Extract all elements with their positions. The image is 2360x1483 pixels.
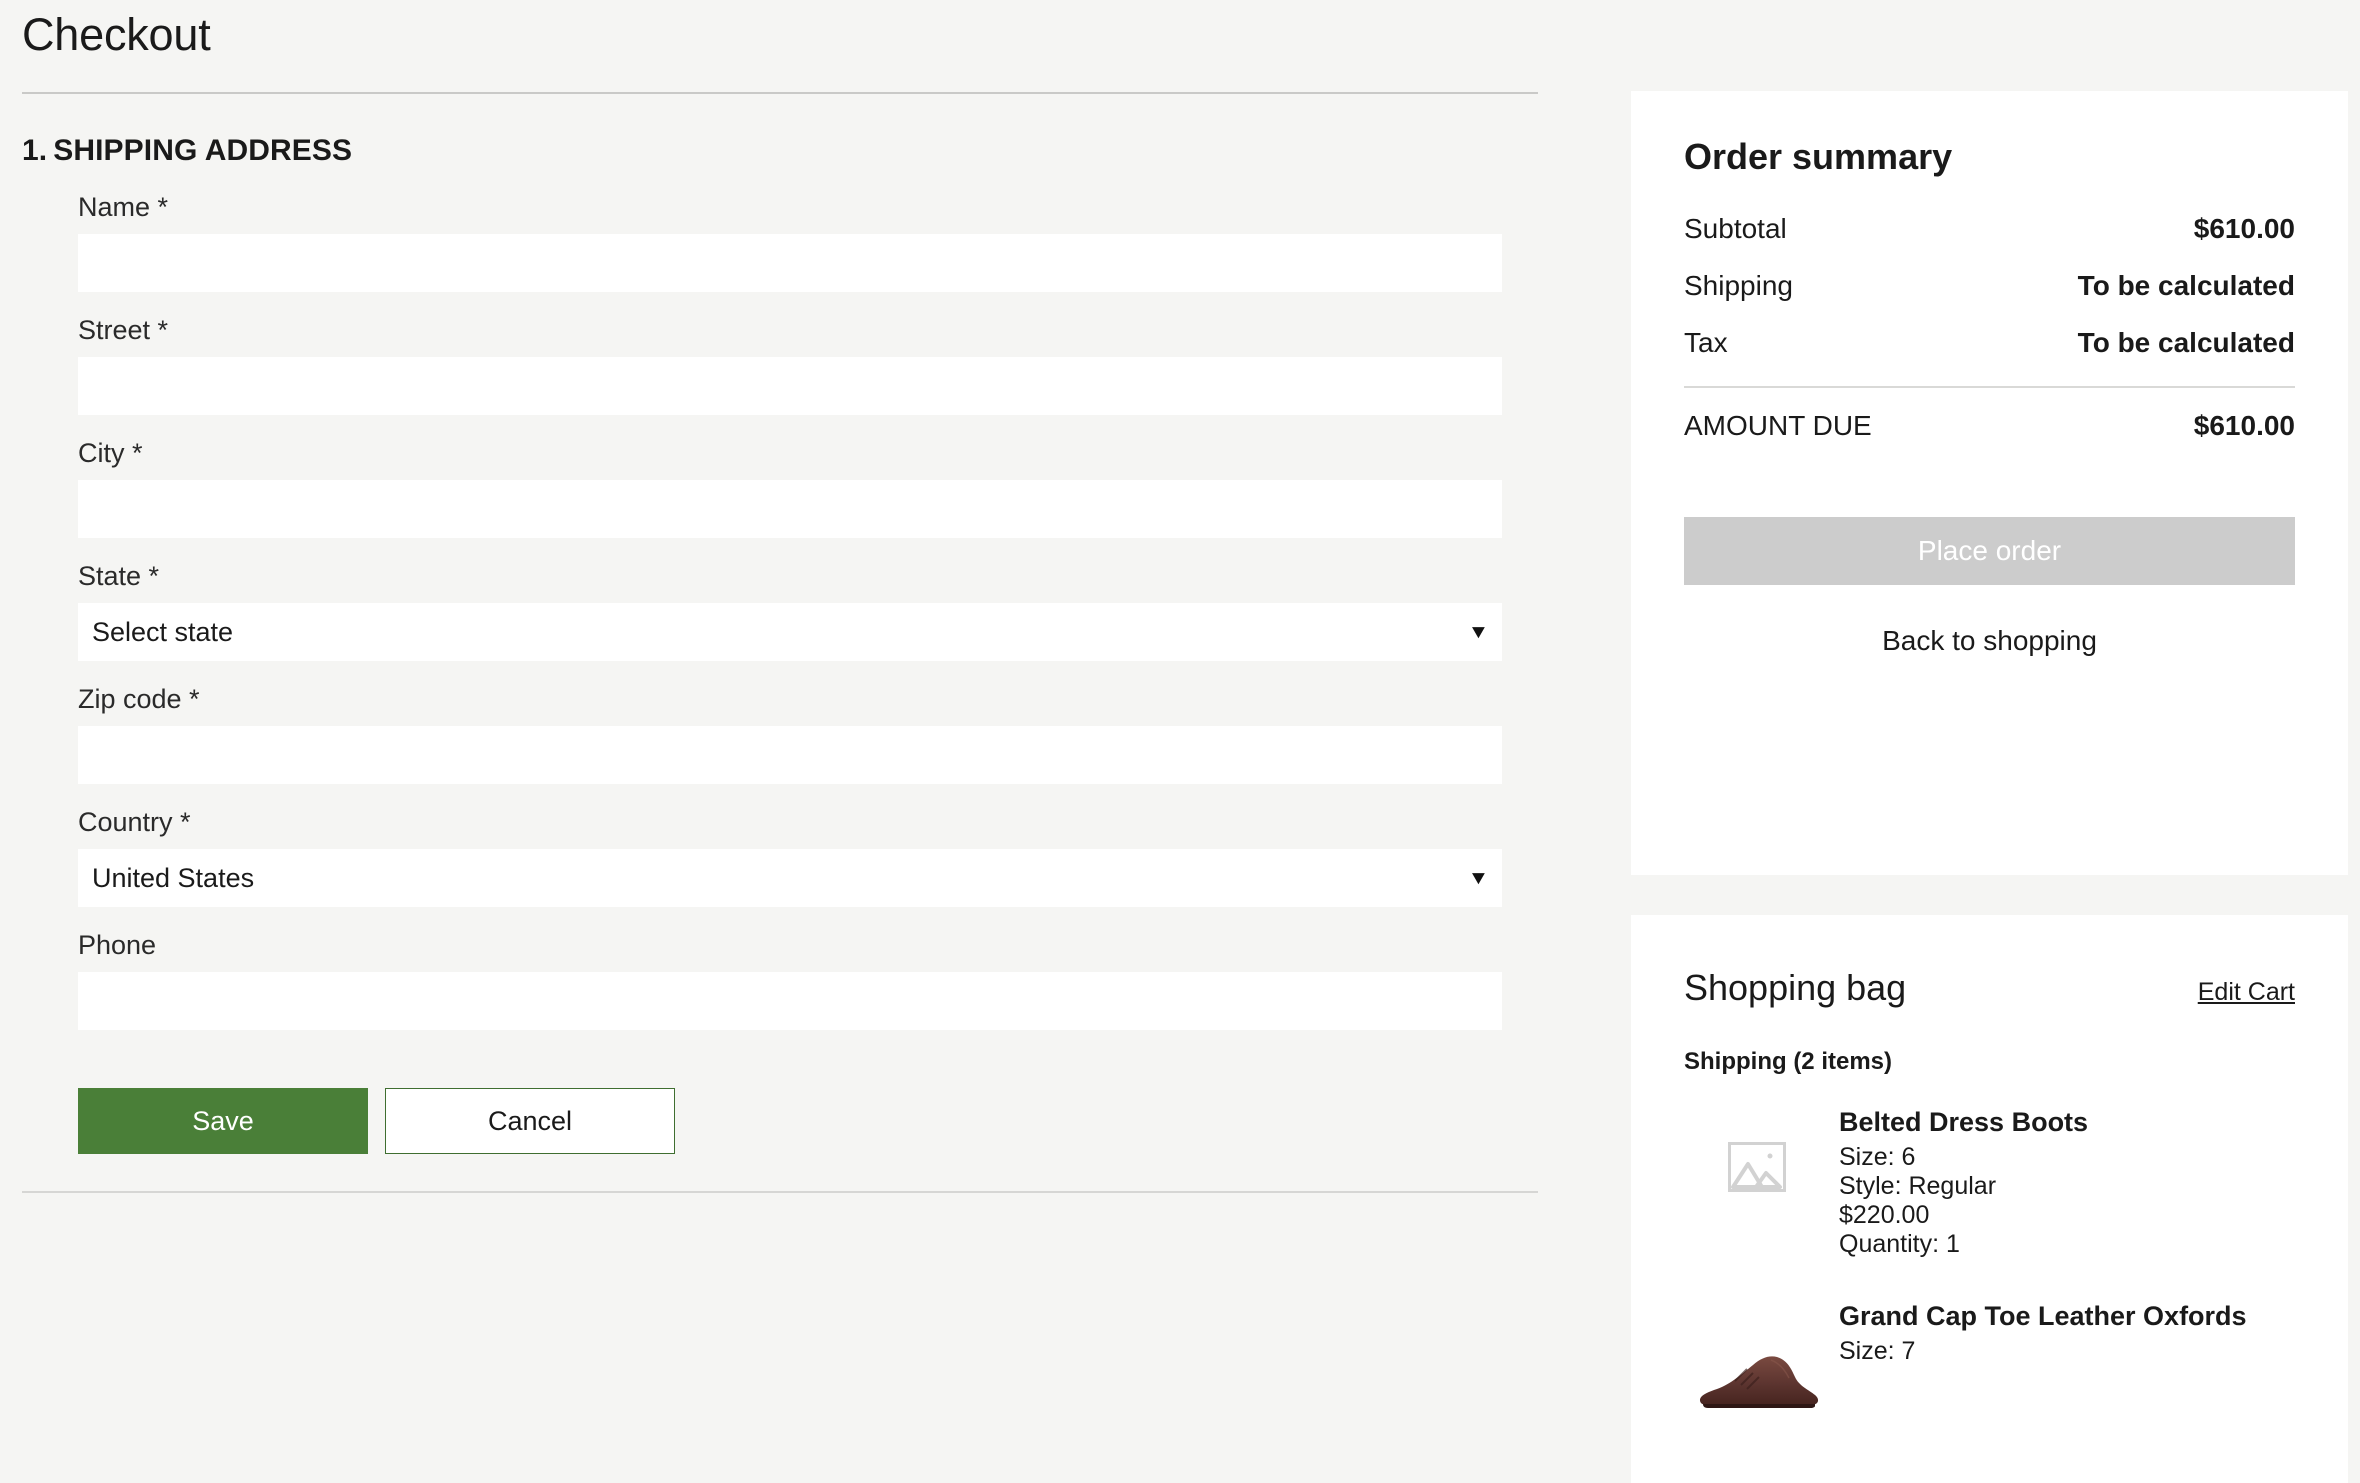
shipping-address-heading: 1. SHIPPING ADDRESS [0,94,1560,168]
list-item-details: Grand Cap Toe Leather Oxfords Size: 7 [1829,1301,2247,1366]
field-street: Street * [78,317,1560,415]
summary-row-shipping: Shipping To be calculated [1684,270,2295,327]
form-actions: Save Cancel [0,1055,1560,1154]
chevron-down-icon: ▼ [1467,621,1490,643]
country-select[interactable]: United States ▼ [78,849,1502,907]
checkout-page: Checkout 1. SHIPPING ADDRESS Name * Stree… [0,0,2360,1483]
field-country: Country * United States ▼ [78,809,1560,907]
phone-label: Phone [78,930,157,960]
item-price: $220.00 [1839,1200,1930,1229]
city-label: City * [78,438,143,468]
place-order-button[interactable]: Place order [1684,517,2295,585]
field-city: City * [78,440,1560,538]
chevron-down-icon: ▼ [1467,867,1490,889]
brown-oxford-shoe-photo [1684,1301,1829,1409]
item-style: Style: Regular [1839,1171,1997,1200]
shipping-label: Shipping [1684,270,1793,301]
subtotal-value: $610.00 [2193,213,2295,244]
item-quantity: Quantity: 1 [1839,1229,1960,1258]
field-state: State * Select state ▼ [78,563,1560,661]
summary-row-amount-due: AMOUNT DUE $610.00 [1684,410,2295,442]
section-bottom-divider [22,1191,1538,1193]
state-select-value: Select state [92,616,234,647]
subtotal-label: Subtotal [1684,213,1787,244]
section-title: SHIPPING ADDRESS [53,134,353,167]
summary-divider [1684,386,2295,388]
page-title: Checkout [22,9,211,60]
section-number: 1. [22,134,48,167]
field-name: Name * [78,194,1560,292]
country-label: Country * [78,807,191,837]
zip-input[interactable] [78,726,1502,784]
list-item[interactable]: Belted Dress Boots Size: 6 Style: Regula… [1684,1076,2295,1259]
shopping-bag-title: Shopping bag [1684,967,1907,1008]
image-placeholder-icon [1684,1107,1829,1227]
tax-label: Tax [1684,327,1728,358]
street-input[interactable] [78,357,1502,415]
item-size: Size: 7 [1839,1336,1916,1365]
shipping-address-form: Name * Street * City * State * Select st… [0,168,1560,1030]
save-button[interactable]: Save [78,1088,368,1154]
list-item[interactable]: Grand Cap Toe Leather Oxfords Size: 7 [1684,1259,2295,1409]
edit-cart-link[interactable]: Edit Cart [2198,978,2295,1007]
amount-due-label: AMOUNT DUE [1684,410,1872,441]
street-label: Street * [78,315,169,345]
order-summary-panel: Order summary Subtotal $610.00 Shipping … [1631,91,2348,875]
state-label: State * [78,561,160,591]
item-size: Size: 6 [1839,1142,1916,1171]
state-select[interactable]: Select state ▼ [78,603,1502,661]
summary-row-tax: Tax To be calculated [1684,327,2295,384]
checkout-form-column: Checkout 1. SHIPPING ADDRESS Name * Stree… [0,0,1560,1483]
cancel-button[interactable]: Cancel [385,1088,675,1154]
amount-due-value: $610.00 [2193,410,2295,441]
phone-input[interactable] [78,972,1502,1030]
field-zip: Zip code * [78,686,1560,784]
summary-row-subtotal: Subtotal $610.00 [1684,213,2295,270]
field-phone: Phone [78,932,1560,1030]
shopping-bag-panel: Shopping bag Edit Cart Shipping (2 items… [1631,915,2348,1483]
city-input[interactable] [78,480,1502,538]
shopping-bag-header: Shopping bag Edit Cart [1684,967,2295,1009]
name-input[interactable] [78,234,1502,292]
checkout-sidebar-column: Order summary Subtotal $610.00 Shipping … [1631,0,2348,1483]
back-to-shopping-link[interactable]: Back to shopping [1684,625,2295,657]
list-item-details: Belted Dress Boots Size: 6 Style: Regula… [1829,1107,2088,1259]
order-summary-title: Order summary [1684,136,1953,177]
shipping-value: To be calculated [2077,270,2295,301]
shipping-group-label: Shipping (2 items) [1684,1048,1893,1075]
name-label: Name * [78,192,169,222]
tax-value: To be calculated [2077,327,2295,358]
item-name: Grand Cap Toe Leather Oxfords [1839,1300,2247,1331]
zip-label: Zip code * [78,684,200,714]
item-name: Belted Dress Boots [1839,1107,2089,1137]
country-select-value: United States [92,862,255,893]
